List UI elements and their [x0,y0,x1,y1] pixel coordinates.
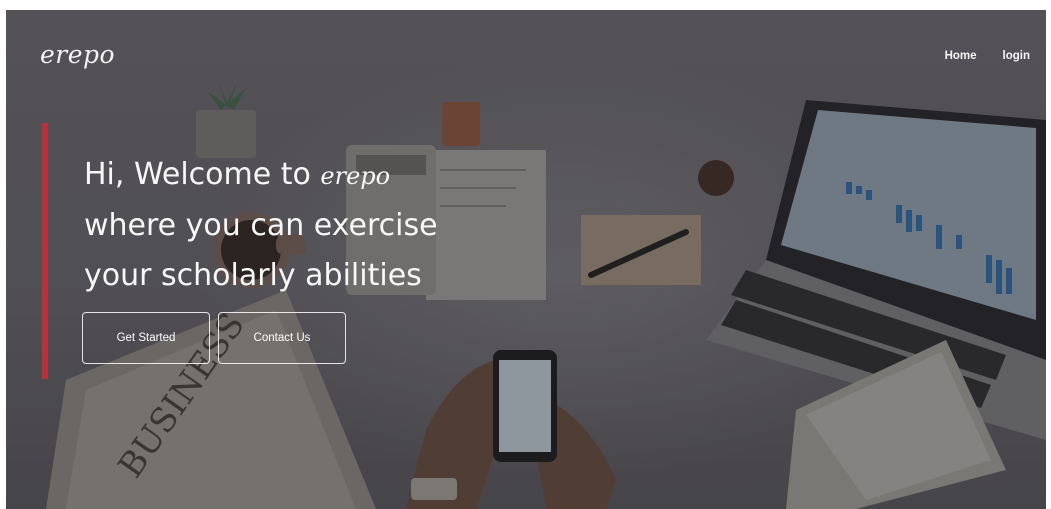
nav-home-link[interactable]: Home [945,50,977,62]
hero-heading: Hi, Welcome to erepo where you can exerc… [84,150,438,301]
hero-buttons: Get Started Contact Us [82,312,346,364]
hero-line-2: where you can exercise [84,208,438,243]
nav-login-link[interactable]: login [1003,50,1030,62]
hero-brand: erepo [320,162,391,190]
hero-line-1: Hi, Welcome to erepo [84,150,438,201]
top-nav: Home login [945,50,1030,62]
get-started-button[interactable]: Get Started [82,312,210,364]
hero-section: BUSINESS erepo Home login Hi, Welcome to… [6,10,1046,509]
hero-greeting: Hi, Welcome to [84,157,321,192]
accent-bar [42,123,48,379]
contact-us-button[interactable]: Contact Us [218,312,346,364]
hero-line-3: your scholarly abilities [84,258,422,293]
brand-logo[interactable]: erepo [40,40,115,69]
